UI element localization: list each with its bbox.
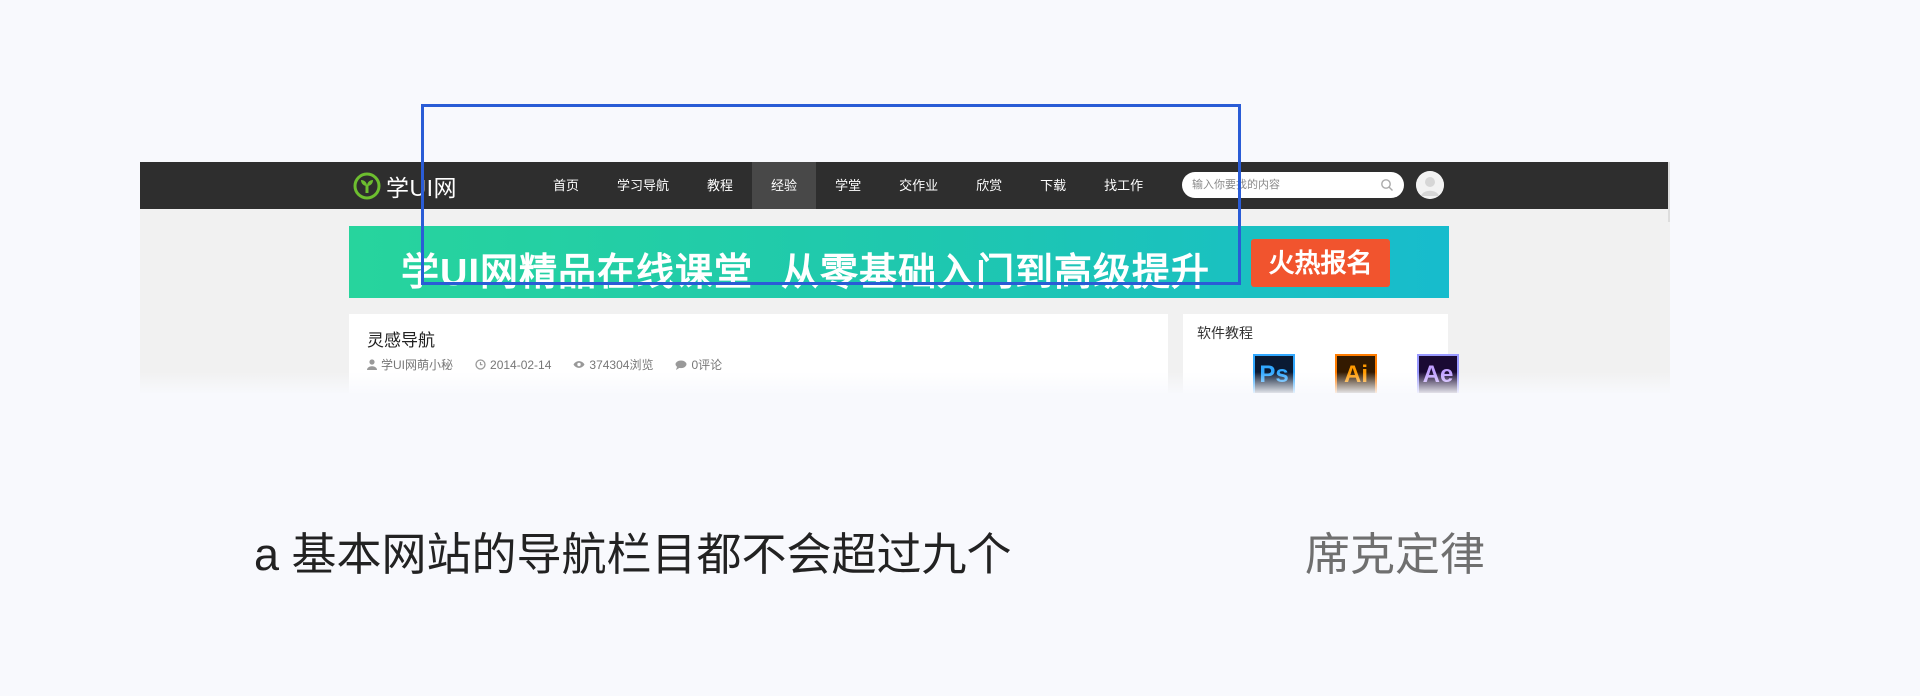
eye-icon	[573, 361, 585, 368]
article-author[interactable]: 学UI网萌小秘	[381, 356, 453, 373]
views-meta: 374304浏览	[573, 356, 653, 373]
article-views: 374304浏览	[589, 358, 654, 372]
user-icon	[1416, 171, 1444, 199]
comment-icon	[675, 360, 687, 370]
comments-meta: 0评论	[675, 356, 722, 373]
scroll-edge	[1668, 162, 1670, 222]
search-icon[interactable]	[1380, 178, 1394, 192]
user-avatar[interactable]	[1416, 171, 1444, 199]
article-title[interactable]: 灵感导航	[367, 326, 435, 351]
article-comments[interactable]: 0评论	[691, 356, 722, 373]
law-title: 席克定律	[1305, 529, 1486, 580]
article-date: 2014-02-14	[490, 357, 552, 372]
enroll-button[interactable]: 火热报名	[1251, 239, 1390, 287]
navigation-highlight-box	[421, 104, 1241, 285]
bottom-fade	[140, 372, 1670, 393]
user-icon	[367, 359, 377, 370]
clock-icon	[475, 359, 486, 370]
sprout-logo-icon	[353, 172, 381, 199]
sidebar-title: 软件教程	[1197, 325, 1253, 341]
caption-text: a 基本网站的导航栏目都不会超过九个	[254, 529, 1012, 580]
article-meta: 学UI网萌小秘 2014-02-14 374304浏览 0评论	[367, 356, 744, 373]
date-meta: 2014-02-14	[475, 356, 551, 373]
author-meta: 学UI网萌小秘	[367, 356, 453, 373]
